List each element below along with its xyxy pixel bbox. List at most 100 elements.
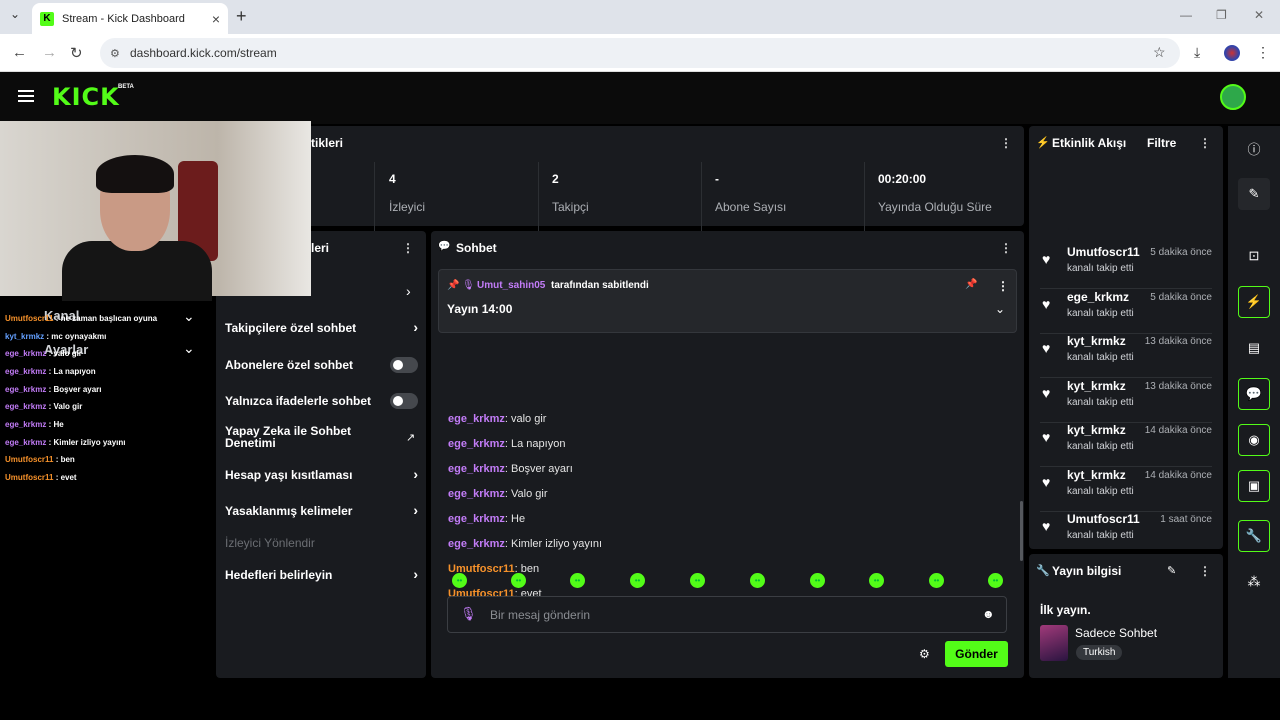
browser-profile-avatar[interactable] [1224,45,1240,61]
overlay-username: Umutfoscr11 [5,473,54,482]
chat-menu-icon[interactable]: ⋮ [1000,241,1012,255]
raid-row: İzleyici Yönlendir [225,536,315,550]
user-avatar[interactable] [1220,84,1246,110]
external-link-icon[interactable]: ↗ [406,431,415,444]
edit-icon[interactable]: ✎ [1238,178,1270,210]
share-icon[interactable]: ⁂ [1238,566,1270,598]
emote-icon[interactable]: •• [750,573,765,588]
broadcast-icon[interactable]: ◉ [1238,424,1270,456]
chat-settings-gear-icon[interactable]: ⚙ [919,647,930,661]
notes-icon[interactable]: ▤ [1238,332,1270,364]
emote-icon[interactable]: •• [690,573,705,588]
chevron-right-icon[interactable]: › [406,283,424,299]
chat-username[interactable]: ege_krkmz [448,538,505,550]
new-tab-icon[interactable]: + [236,6,247,27]
language-tag: Turkish [1076,645,1123,660]
chat-username[interactable]: ege_krkmz [448,513,505,525]
emote-icon[interactable]: •• [988,573,1003,588]
send-button[interactable]: Gönder [945,641,1008,667]
activity-user[interactable]: ege_krkmz [1067,290,1129,304]
chat-icon[interactable]: 💬 [1238,378,1270,410]
settings-menu-icon[interactable]: ⋮ [402,241,414,255]
kick-logo[interactable]: KICK [52,83,120,111]
activity-user[interactable]: kyt_krmkz [1067,334,1126,348]
emote-icon[interactable]: •• [452,573,467,588]
account-age-row[interactable]: Hesap yaşı kısıtlaması › [225,466,420,482]
hamburger-menu-icon[interactable] [18,90,34,102]
emote-icon[interactable]: •• [570,573,585,588]
category-name[interactable]: Sadece Sohbet [1075,626,1157,640]
chevron-right-icon: › [413,319,418,335]
minimize-icon[interactable]: — [1180,8,1192,22]
settings-title: leri [311,241,330,255]
lightning-icon[interactable]: ⚡ [1238,286,1270,318]
site-info-icon[interactable]: ⚙ [110,47,120,60]
edit-pencil-icon[interactable]: ✎ [1167,564,1176,577]
emote-icon[interactable]: •• [869,573,884,588]
overlay-username: ege_krkmz [5,349,47,358]
emote-icon[interactable]: •• [511,573,526,588]
activity-user[interactable]: kyt_krmkz [1067,379,1126,393]
emote-icon[interactable]: •• [630,573,645,588]
unpin-icon[interactable]: 📌 [965,279,977,290]
chat-message: ege_krkmz: La napıyon [448,438,566,450]
url-field[interactable]: ⚙ dashboard.kick.com/stream [100,38,1180,68]
tab-close-icon[interactable]: × [212,11,220,27]
ai-moderation-row[interactable]: Yapay Zeka ile Sohbet Denetimi [225,425,365,449]
divider [374,162,375,232]
bookmark-star-icon[interactable]: ☆ [1153,44,1166,61]
chat-username[interactable]: ege_krkmz [448,413,505,425]
divider [538,162,539,232]
activity-desc: kanalı takip etti [1067,530,1134,541]
pinned-menu-icon[interactable]: ⋮ [997,279,1009,293]
banned-words-row[interactable]: Yasaklanmış kelimeler › [225,502,420,518]
chevron-down-icon[interactable]: ⌄ [995,302,1005,316]
chat-scrollbar[interactable] [1020,501,1023,561]
stream-info-menu-icon[interactable]: ⋮ [1199,564,1211,578]
activity-user[interactable]: Umutfoscr11 [1067,512,1140,526]
download-icon[interactable]: ⤓ [1194,44,1200,61]
category-thumbnail [1040,625,1068,661]
reload-icon[interactable]: ↻ [70,44,83,62]
activity-desc: kanalı takip etti [1067,307,1134,319]
chat-username[interactable]: ege_krkmz [448,463,505,475]
activity-time: 13 dakika önce [1144,380,1212,392]
activity-menu-icon[interactable]: ⋮ [1199,136,1211,150]
followers-only-chat-row[interactable]: Takipçilere özel sohbet › [225,319,420,335]
emote-icon[interactable]: •• [929,573,944,588]
pin-icon: 📌 [447,280,460,291]
stat-subscribers: - Abone Sayısı [715,172,787,214]
screenshot-icon[interactable]: ⊡ [1238,240,1270,272]
info-icon[interactable]: ⓘ [1238,132,1270,164]
emotes-only-toggle[interactable] [390,393,418,409]
emote-icon[interactable]: •• [810,573,825,588]
chat-username[interactable]: ege_krkmz [448,488,505,500]
tab-search-icon[interactable]: ⌄ [10,7,20,21]
browser-tab[interactable]: K Stream - Kick Dashboard × [32,3,228,34]
chat-username[interactable]: ege_krkmz [448,438,505,450]
window-close-icon[interactable]: ✕ [1254,8,1264,22]
overlay-chat-line: Umutfoscr11 : evet [5,473,77,482]
chat-input[interactable]: 🎙 Bir mesaj gönderin ☻ [447,596,1007,633]
wrench-icon[interactable]: 🔧 [1238,520,1270,552]
overlay-text: Kimler izliyo yayını [53,438,126,447]
activity-user[interactable]: kyt_krmkz [1067,468,1126,482]
activity-user[interactable]: Umutfoscr11 [1067,245,1140,259]
emoji-picker-icon[interactable]: ☻ [982,607,995,621]
browser-menu-icon[interactable]: ⋮ [1256,44,1270,61]
set-goals-row[interactable]: Hedefleri belirleyin › [225,566,420,582]
stats-menu-icon[interactable]: ⋮ [1000,136,1012,150]
chat-bubble-icon: 💬 [438,241,451,252]
video-layout-icon[interactable]: ▣ [1238,470,1270,502]
chevron-down-icon[interactable]: ⌄ [183,340,195,357]
pinned-text: Yayın 14:00 [447,302,513,316]
pinned-message: 📌 🎙 Umut_sahin05 tarafından sabitlendi 📌… [438,269,1017,333]
activity-filter[interactable]: Filtre [1147,136,1176,150]
activity-user[interactable]: kyt_krmkz [1067,423,1126,437]
restore-icon[interactable]: ❐ [1216,8,1227,22]
subscribers-only-toggle[interactable] [390,357,418,373]
back-icon[interactable]: ← [12,44,27,61]
forward-icon[interactable]: → [42,44,57,61]
heart-icon: ♥ [1042,340,1051,356]
chevron-down-icon[interactable]: ⌄ [183,308,195,325]
